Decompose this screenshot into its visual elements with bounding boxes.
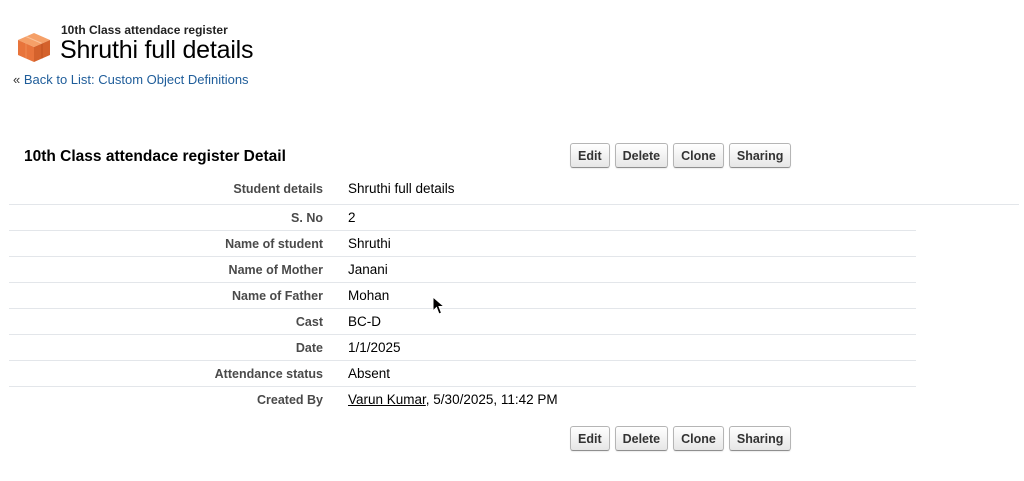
field-label: Name of Mother — [228, 263, 323, 277]
clone-button[interactable]: Clone — [673, 426, 724, 451]
bottom-button-row: Edit Delete Clone Sharing — [570, 426, 792, 451]
detail-section-title: 10th Class attendace register Detail — [24, 148, 286, 165]
field-row-student-details: Student details Shruthi full details — [9, 176, 1019, 205]
field-value: Shruthi — [348, 236, 391, 251]
edit-button[interactable]: Edit — [570, 426, 610, 451]
created-by-user-link[interactable]: Varun Kumar — [348, 392, 426, 407]
field-value: Shruthi full details — [348, 181, 455, 196]
field-value: Varun Kumar, 5/30/2025, 11:42 PM — [348, 392, 558, 407]
field-label: Attendance status — [214, 367, 323, 381]
field-label: Cast — [295, 315, 323, 329]
field-row-created-by: Created By Varun Kumar, 5/30/2025, 11:42… — [9, 387, 1019, 413]
field-row-name-of-student: Name of student Shruthi — [9, 231, 1019, 257]
sharing-button[interactable]: Sharing — [728, 426, 792, 451]
field-label: Student details — [233, 182, 323, 196]
field-row-date: Date 1/1/2025 — [9, 335, 1019, 361]
breadcrumb: « Back to List: Custom Object Definition… — [13, 72, 249, 87]
field-value: 1/1/2025 — [348, 340, 401, 355]
delete-button[interactable]: Delete — [614, 143, 669, 168]
sharing-button[interactable]: Sharing — [728, 143, 792, 168]
delete-button[interactable]: Delete — [614, 426, 669, 451]
field-label: Created By — [257, 393, 323, 407]
field-row-cast: Cast BC-D — [9, 309, 1019, 335]
field-row-name-of-father: Name of Father Mohan — [9, 283, 1019, 309]
field-value: Janani — [348, 262, 388, 277]
field-value: BC-D — [348, 314, 381, 329]
created-by-timestamp: , 5/30/2025, 11:42 PM — [425, 392, 558, 407]
clone-button[interactable]: Clone — [673, 143, 724, 168]
back-prefix: « — [13, 72, 24, 87]
mouse-cursor-icon — [432, 296, 445, 315]
edit-button[interactable]: Edit — [570, 143, 610, 168]
back-to-list-link[interactable]: Back to List: Custom Object Definitions — [24, 72, 249, 87]
field-row-s-no: S. No 2 — [9, 205, 1019, 231]
cube-icon — [18, 33, 50, 62]
field-row-name-of-mother: Name of Mother Janani — [9, 257, 1019, 283]
top-button-row: Edit Delete Clone Sharing — [570, 143, 792, 168]
detail-field-list: Student details Shruthi full details S. … — [9, 176, 1019, 413]
field-label: Name of Father — [232, 289, 323, 303]
field-value: Mohan — [348, 288, 390, 303]
field-value: 2 — [348, 210, 356, 225]
object-type-label: 10th Class attendace register — [61, 23, 228, 37]
field-label: S. No — [291, 211, 323, 225]
field-label: Name of student — [225, 237, 323, 251]
field-value: Absent — [348, 366, 391, 381]
record-detail-page: 10th Class attendace register Shruthi fu… — [0, 0, 1024, 481]
field-label: Date — [295, 341, 323, 355]
page-title: Shruthi full details — [60, 36, 254, 64]
field-row-attendance-status: Attendance status Absent — [9, 361, 1019, 387]
